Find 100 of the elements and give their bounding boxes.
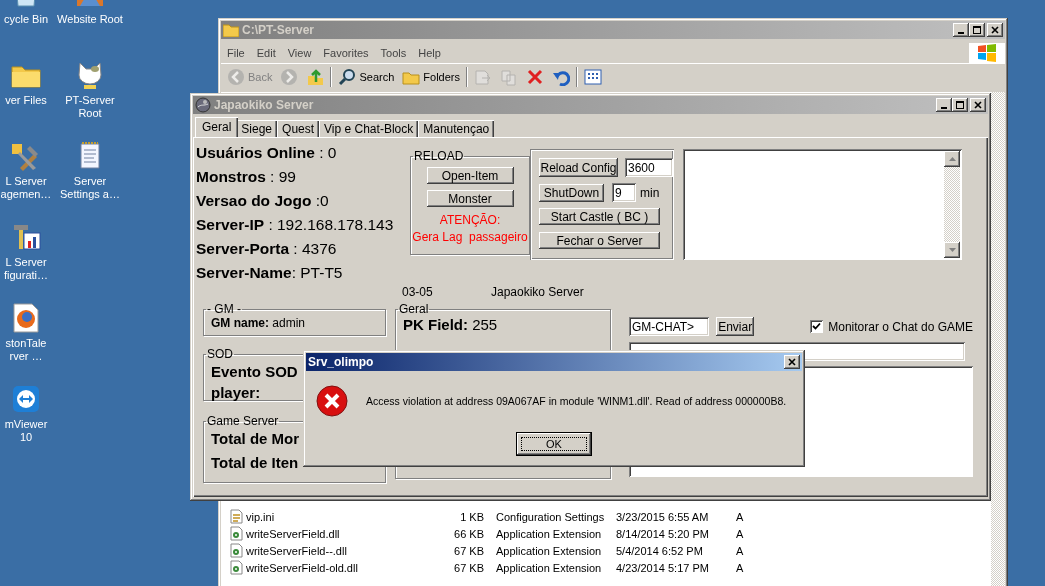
caption-text: 03-05 bbox=[402, 285, 434, 301]
file-attributes: A bbox=[736, 561, 744, 574]
desktop-icon-label[interactable]: PT-Server bbox=[65, 94, 115, 107]
status-line: Usuários Online : 0 bbox=[196, 143, 338, 163]
folder-icon bbox=[223, 23, 239, 37]
tab[interactable]: Geral bbox=[195, 117, 239, 137]
minutes-field[interactable]: 9 bbox=[612, 183, 636, 202]
minimize-button[interactable] bbox=[953, 23, 969, 37]
close-icon bbox=[991, 26, 999, 34]
reload-button[interactable]: Open-Item bbox=[426, 167, 514, 184]
menu-item[interactable]: File bbox=[221, 46, 251, 59]
forward-icon bbox=[280, 68, 299, 86]
tab[interactable]: Quest bbox=[277, 120, 320, 137]
file-type: Application Extension bbox=[496, 544, 603, 557]
file-name[interactable]: writeServerField-old.dll bbox=[246, 561, 404, 574]
field-label: Evento SOD bbox=[211, 362, 298, 382]
desktop-icon-label[interactable]: agemen… bbox=[0, 188, 52, 201]
warning-text: ATENÇÃO: bbox=[439, 212, 501, 229]
status-line: Versao do Jogo :0 bbox=[196, 191, 330, 211]
file-type: Configuration Settings bbox=[496, 510, 606, 523]
status-line: Monstros : 99 bbox=[196, 167, 297, 187]
pk-field-text: PK Field: 255 bbox=[403, 316, 498, 333]
search-button[interactable]: Search bbox=[336, 68, 397, 86]
error-icon bbox=[316, 385, 348, 417]
group-title: - GM - bbox=[206, 302, 242, 316]
field-label: Total de Mor bbox=[211, 429, 300, 449]
desktop-icon-label[interactable]: Root bbox=[78, 107, 102, 120]
reload-config-button[interactable]: Reload Config bbox=[539, 158, 618, 177]
scroll-down-button[interactable] bbox=[944, 242, 960, 258]
maximize-icon bbox=[973, 26, 981, 34]
maximize-button[interactable] bbox=[969, 23, 985, 37]
checkbox[interactable] bbox=[810, 320, 824, 333]
file-type: Application Extension bbox=[496, 527, 603, 540]
field-label: Total de Iten bbox=[211, 453, 299, 473]
reload-button[interactable]: Monster bbox=[426, 190, 514, 207]
log-box[interactable] bbox=[683, 149, 962, 260]
desktop-icon-label[interactable]: stonTale bbox=[5, 337, 47, 350]
file-size: 67 KB bbox=[453, 561, 484, 574]
group-title: SOD bbox=[206, 347, 234, 361]
undo-button[interactable] bbox=[550, 68, 572, 86]
up-icon bbox=[306, 68, 325, 86]
desktop-icon-label[interactable]: ver Files bbox=[5, 94, 47, 107]
views-button[interactable] bbox=[582, 68, 604, 86]
file-attributes: A bbox=[736, 544, 744, 557]
menu-item[interactable]: Favorites bbox=[317, 46, 375, 59]
file-size: 1 KB bbox=[459, 510, 484, 523]
menu-item[interactable]: Edit bbox=[250, 46, 282, 59]
file-name[interactable]: writeServerField--.dll bbox=[246, 544, 404, 557]
desktop-icon-label[interactable]: figurati… bbox=[4, 269, 48, 282]
folders-button[interactable]: Folders bbox=[400, 68, 462, 86]
desktop-icon-label[interactable]: L Server bbox=[5, 256, 47, 269]
start-castle-button[interactable]: Start Castle ( BC ) bbox=[539, 208, 660, 225]
send-button[interactable]: Enviar bbox=[716, 317, 755, 336]
error-message: Access violation at address 09A067AF in module 'WINM1.dll'. Read of address 000000B8. bbox=[366, 395, 787, 407]
scrollbar-track[interactable] bbox=[991, 92, 1005, 586]
desktop-icon[interactable] bbox=[10, 383, 42, 415]
scroll-up-button[interactable] bbox=[944, 151, 960, 167]
menu-item[interactable]: View bbox=[281, 46, 318, 59]
close-button[interactable] bbox=[970, 98, 986, 112]
views-icon bbox=[584, 68, 602, 86]
desktop-icon-label[interactable]: rver … bbox=[9, 350, 43, 363]
interval-field[interactable]: 3600 bbox=[625, 158, 673, 177]
desktop-icon-label[interactable]: L Server bbox=[5, 175, 47, 188]
desktop-icon-label[interactable]: Settings a… bbox=[60, 188, 120, 201]
desktop-icon-label[interactable]: Server bbox=[73, 175, 107, 188]
menu-item[interactable]: Help bbox=[412, 46, 447, 59]
close-button[interactable] bbox=[784, 355, 800, 369]
file-name[interactable]: vip.ini bbox=[246, 510, 404, 523]
desktop-icon-label[interactable]: Website Root bbox=[57, 13, 123, 26]
delete-icon bbox=[526, 68, 544, 86]
desktop-icon-label[interactable]: mViewer bbox=[4, 418, 48, 431]
down-arrow-icon bbox=[948, 248, 956, 252]
close-button[interactable] bbox=[987, 23, 1003, 37]
close-server-button[interactable]: Fechar o Server bbox=[539, 232, 660, 249]
tab[interactable]: Siege bbox=[236, 120, 278, 137]
menu-item[interactable]: Tools bbox=[374, 46, 413, 59]
file-attributes: A bbox=[736, 510, 744, 523]
desktop-icon-label[interactable]: 10 bbox=[19, 431, 33, 444]
group-title: Game Server bbox=[206, 414, 280, 428]
caption-text: Japaokiko Server bbox=[491, 285, 584, 301]
close-icon bbox=[788, 358, 796, 366]
maximize-icon bbox=[956, 101, 964, 109]
tab[interactable]: Vip e Chat-Block bbox=[319, 120, 419, 137]
checkbox-label[interactable]: Monitorar o Chat do GAME bbox=[828, 319, 973, 334]
back-icon bbox=[227, 68, 245, 86]
shutdown-button[interactable]: ShutDown bbox=[539, 183, 604, 202]
minimize-button[interactable] bbox=[936, 98, 952, 112]
chat-field[interactable]: GM-CHAT> bbox=[629, 317, 709, 336]
file-attributes: A bbox=[736, 527, 744, 540]
file-name[interactable]: writeServerField.dll bbox=[246, 527, 404, 540]
file-date: 4/23/2014 5:17 PM bbox=[616, 561, 710, 574]
scrollbar-track[interactable] bbox=[944, 151, 960, 258]
tab[interactable]: Manutençao bbox=[418, 120, 495, 137]
ok-button[interactable]: OK bbox=[517, 433, 591, 455]
desktop-icon[interactable] bbox=[10, 302, 42, 334]
desktop-icon-label[interactable]: cycle Bin bbox=[4, 13, 48, 26]
flag-logo-icon bbox=[977, 43, 997, 62]
maximize-button[interactable] bbox=[952, 98, 968, 112]
unit-label: min bbox=[640, 185, 660, 200]
gear-file-icon bbox=[229, 560, 244, 575]
